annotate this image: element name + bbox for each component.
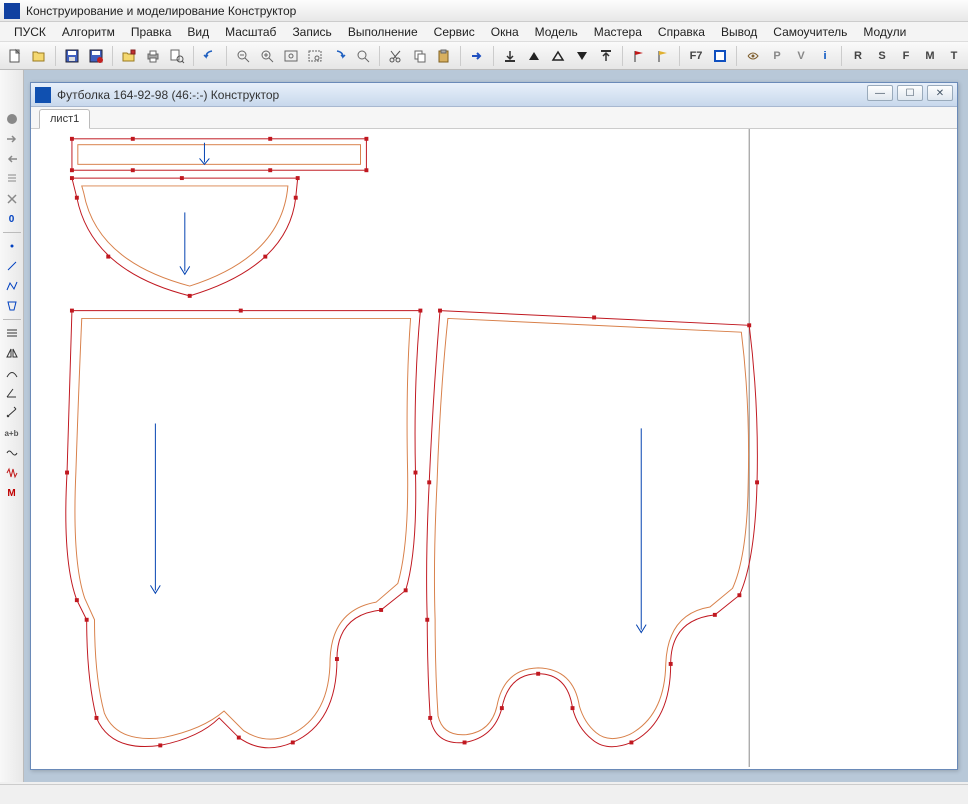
curve-tool[interactable] <box>2 364 22 382</box>
document-title: Футболка 164-92-98 (46:-:-) Конструктор <box>57 88 279 102</box>
i-button[interactable]: i <box>814 45 836 67</box>
blue-icon-button[interactable] <box>709 45 731 67</box>
minimize-button[interactable]: — <box>867 85 893 101</box>
menu-mastera[interactable]: Мастера <box>586 23 650 41</box>
open-button[interactable] <box>28 45 50 67</box>
r-button[interactable]: R <box>847 45 869 67</box>
canvas-svg <box>33 129 955 767</box>
new-button[interactable] <box>4 45 26 67</box>
app-title: Конструирование и моделирование Конструк… <box>26 4 296 18</box>
menu-zapis[interactable]: Запись <box>284 23 339 41</box>
v-button[interactable]: V <box>790 45 812 67</box>
menu-okna[interactable]: Окна <box>483 23 527 41</box>
f-button[interactable]: F <box>895 45 917 67</box>
drawing-canvas[interactable] <box>33 129 955 767</box>
zigzag-tool[interactable] <box>2 464 22 482</box>
something-button[interactable] <box>742 45 764 67</box>
preview-button[interactable] <box>166 45 188 67</box>
s-button[interactable]: S <box>871 45 893 67</box>
triangle-up-outline-button[interactable] <box>547 45 569 67</box>
undo-button[interactable] <box>199 45 221 67</box>
menu-spravka[interactable]: Справка <box>650 23 713 41</box>
mirror-tool[interactable] <box>2 344 22 362</box>
menu-servis[interactable]: Сервис <box>426 23 483 41</box>
polyline-tool[interactable] <box>2 277 22 295</box>
flag-y-button[interactable] <box>652 45 674 67</box>
m-button[interactable]: M <box>919 45 941 67</box>
ruler-tool[interactable] <box>2 404 22 422</box>
shape-tool[interactable] <box>2 297 22 315</box>
x-tool[interactable] <box>2 190 22 208</box>
triangle-up-button[interactable] <box>523 45 545 67</box>
document-icon <box>35 87 51 103</box>
flag-r-button[interactable] <box>628 45 650 67</box>
t-button[interactable]: T <box>943 45 965 67</box>
save-as-button[interactable] <box>85 45 107 67</box>
list-tool[interactable] <box>2 170 22 188</box>
menu-bar: ПУСК Алгоритм Правка Вид Масштаб Запись … <box>0 22 968 42</box>
arrow-down-button[interactable] <box>499 45 521 67</box>
point-tool[interactable] <box>2 237 22 255</box>
zoom-out-button[interactable] <box>232 45 254 67</box>
zoom-in-button[interactable] <box>256 45 278 67</box>
zoom-fit-button[interactable] <box>280 45 302 67</box>
menu-pravka[interactable]: Правка <box>123 23 180 41</box>
sine-tool[interactable] <box>2 444 22 462</box>
close-button[interactable]: ✕ <box>927 85 953 101</box>
left-toolbox: 0 a+b M <box>0 70 24 782</box>
document-title-bar[interactable]: Футболка 164-92-98 (46:-:-) Конструктор … <box>31 83 957 107</box>
line-tool[interactable] <box>2 257 22 275</box>
menu-vid[interactable]: Вид <box>179 23 217 41</box>
mdi-area: 0 a+b M Футболка 164-92-98 (46:-:-) Конс… <box>0 70 968 782</box>
tab-list1[interactable]: лист1 <box>39 109 90 129</box>
app-title-bar: Конструирование и моделирование Конструк… <box>0 0 968 22</box>
menu-pusk[interactable]: ПУСК <box>6 23 54 41</box>
menu-samouchitel[interactable]: Самоучитель <box>765 23 855 41</box>
blue-arrow-button[interactable] <box>466 45 488 67</box>
menu-masshtab[interactable]: Масштаб <box>217 23 284 41</box>
menu-algoritm[interactable]: Алгоритм <box>54 23 123 41</box>
menu-moduli[interactable]: Модули <box>855 23 914 41</box>
arrow-left-tool[interactable] <box>2 150 22 168</box>
arrow-right-tool[interactable] <box>2 130 22 148</box>
menu-vyvod[interactable]: Вывод <box>713 23 765 41</box>
menu-model[interactable]: Модель <box>527 23 586 41</box>
triangle-down-button[interactable] <box>571 45 593 67</box>
status-bar <box>0 784 968 804</box>
redo-button[interactable] <box>328 45 350 67</box>
maximize-button[interactable]: ☐ <box>897 85 923 101</box>
document-window: Футболка 164-92-98 (46:-:-) Конструктор … <box>30 82 958 770</box>
model-open-button[interactable] <box>118 45 140 67</box>
sheet-tabs: лист1 <box>31 107 957 129</box>
zoom-100-button[interactable] <box>352 45 374 67</box>
zero-tool[interactable]: 0 <box>2 210 22 228</box>
menu-vypolnenie[interactable]: Выполнение <box>340 23 426 41</box>
zoom-region-button[interactable] <box>304 45 326 67</box>
ab-tool[interactable]: a+b <box>2 424 22 442</box>
save-button[interactable] <box>61 45 83 67</box>
circle-tool[interactable] <box>2 110 22 128</box>
main-toolbar: F7 P V i R S F M T <box>0 42 968 70</box>
align-h-tool[interactable] <box>2 324 22 342</box>
paste-button[interactable] <box>433 45 455 67</box>
f7-button[interactable]: F7 <box>685 45 707 67</box>
m-tool[interactable]: M <box>2 484 22 502</box>
p-button[interactable]: P <box>766 45 788 67</box>
arrow-up-button[interactable] <box>595 45 617 67</box>
copy-button[interactable] <box>409 45 431 67</box>
angle-tool[interactable] <box>2 384 22 402</box>
print-button[interactable] <box>142 45 164 67</box>
cut-button[interactable] <box>385 45 407 67</box>
app-icon <box>4 3 20 19</box>
